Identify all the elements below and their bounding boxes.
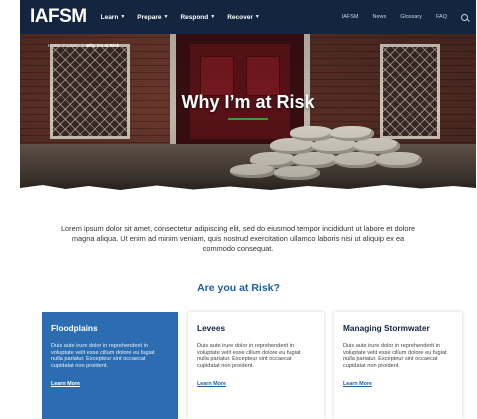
card-body: Duis aute irure dolor in reprehenderit i… bbox=[197, 343, 301, 369]
nav-item-recover[interactable]: Recover ▼ bbox=[227, 14, 260, 21]
learn-more-link[interactable]: Learn More bbox=[343, 381, 372, 387]
nav-link-faq[interactable]: FAQ bbox=[436, 14, 447, 20]
chevron-down-icon: ▼ bbox=[210, 14, 216, 20]
site-logo[interactable]: IAFSM bbox=[30, 6, 87, 28]
utility-menu: IAFSM News Glossary FAQ bbox=[328, 13, 468, 21]
title-accent-rule bbox=[228, 118, 268, 120]
card-floodplains[interactable]: Floodplains Duis aute irure dolor in rep… bbox=[42, 312, 178, 419]
nav-item-learn[interactable]: Learn ▼ bbox=[101, 14, 126, 21]
chevron-down-icon: ▼ bbox=[254, 14, 260, 20]
card-levees[interactable]: Levees Duis aute irure dolor in reprehen… bbox=[188, 312, 324, 419]
breadcrumb: Home / Learn / Why I'm at Risk bbox=[48, 43, 120, 48]
risk-cards: Floodplains Duis aute irure dolor in rep… bbox=[42, 312, 462, 419]
card-title: Floodplains bbox=[51, 323, 98, 333]
breadcrumb-current: Why I'm at Risk bbox=[86, 43, 120, 48]
card-managing-stormwater[interactable]: Managing Stormwater Duis aute irure dolo… bbox=[334, 312, 462, 419]
nav-link-iafsm[interactable]: IAFSM bbox=[342, 14, 359, 20]
section-heading: Are you at Risk? bbox=[197, 282, 280, 294]
nav-item-prepare[interactable]: Prepare ▼ bbox=[137, 14, 168, 21]
chevron-down-icon: ▼ bbox=[163, 14, 169, 20]
hero-banner: Home / Learn / Why I'm at Risk Why I’m a… bbox=[20, 34, 476, 192]
nav-item-respond[interactable]: Respond ▼ bbox=[180, 14, 215, 21]
card-title: Managing Stormwater bbox=[343, 323, 430, 333]
nav-link-glossary[interactable]: Glossary bbox=[400, 14, 422, 20]
card-title: Levees bbox=[197, 323, 226, 333]
learn-more-link[interactable]: Learn More bbox=[197, 381, 226, 387]
card-body: Duis aute irure dolor in reprehenderit i… bbox=[343, 343, 447, 369]
top-nav: IAFSM Learn ▼ Prepare ▼ Respond ▼ Recover ▼ … bbox=[20, 0, 476, 34]
search-icon[interactable] bbox=[461, 13, 468, 21]
breadcrumb-learn[interactable]: Learn bbox=[67, 43, 79, 48]
breadcrumb-home[interactable]: Home bbox=[48, 43, 60, 48]
nav-link-news[interactable]: News bbox=[373, 14, 387, 20]
card-body: Duis aute irure dolor in reprehenderit i… bbox=[51, 343, 155, 369]
page-title: Why I’m at Risk bbox=[181, 92, 315, 112]
main-menu: Learn ▼ Prepare ▼ Respond ▼ Recover ▼ bbox=[101, 14, 272, 21]
intro-paragraph: Lorem ipsum dolor sit amet, consectetur … bbox=[60, 224, 416, 253]
chevron-down-icon: ▼ bbox=[120, 14, 126, 20]
learn-more-link[interactable]: Learn More bbox=[51, 381, 80, 387]
